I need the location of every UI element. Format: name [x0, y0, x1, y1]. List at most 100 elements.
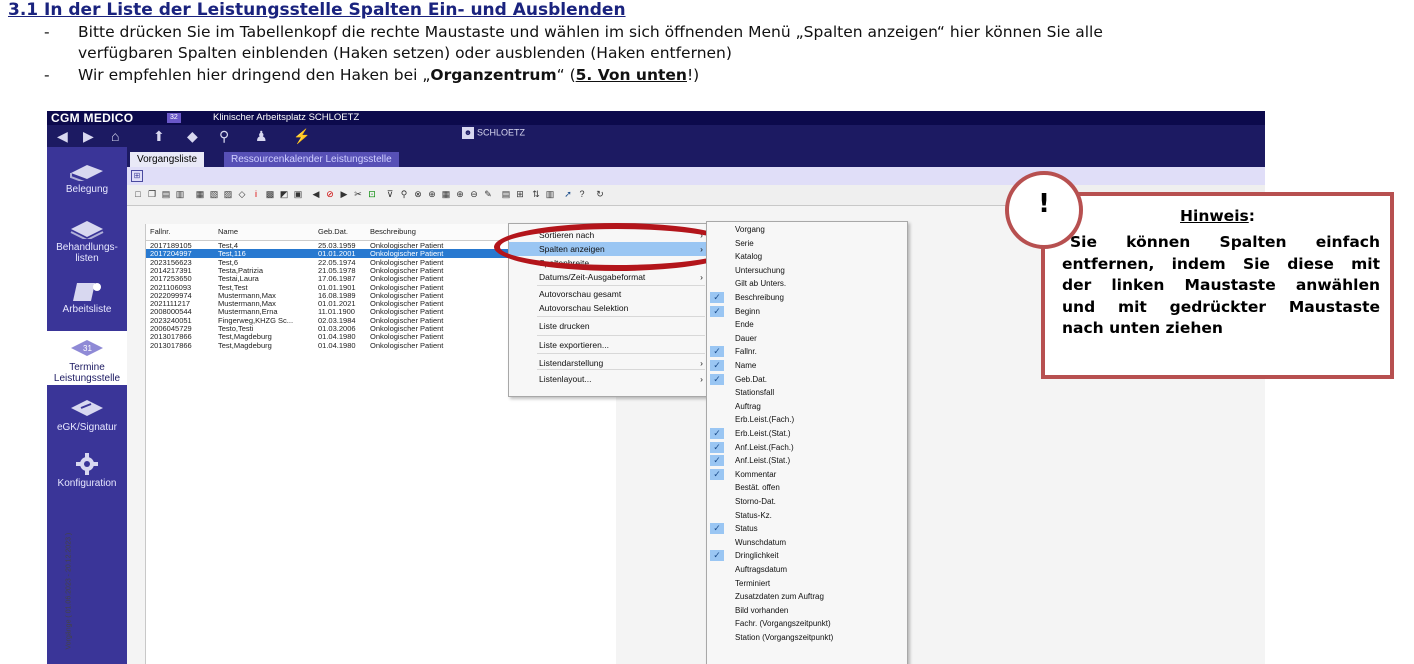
copy-icon[interactable]: ❐: [147, 189, 157, 199]
upload-icon[interactable]: ⬆: [153, 128, 165, 144]
form-icon[interactable]: ▦: [195, 189, 205, 199]
forward-icon[interactable]: ▶: [83, 128, 94, 144]
document-icon[interactable]: ▧: [209, 189, 219, 199]
column-toggle-item[interactable]: ✓ Dringlichkeit: [707, 549, 907, 563]
menu-separator: [537, 335, 705, 336]
current-user: ☻ SCHLOETZ: [462, 127, 525, 139]
column-toggle-item[interactable]: ✓ Anf.Leist.(Fach.): [707, 441, 907, 455]
column-toggle-item[interactable]: Fachr. (Vorgangszeitpunkt): [707, 617, 907, 631]
help-icon[interactable]: ?: [577, 189, 587, 199]
sidebar-item-egk-signatur[interactable]: eGK/Signatur: [47, 397, 127, 447]
column-header[interactable]: Geb.Dat.: [318, 227, 348, 236]
chart-icon[interactable]: ◩: [279, 189, 289, 199]
column-toggle-item[interactable]: ✓ Status: [707, 522, 907, 536]
refresh-icon[interactable]: ↻: [595, 189, 605, 199]
sidebar: Belegung Behandlungs-listen Arbeitsliste…: [47, 147, 127, 664]
column-toggle-item[interactable]: Gilt ab Unters.: [707, 277, 907, 291]
column-toggle-item[interactable]: Zusatzdaten zum Auftrag: [707, 590, 907, 604]
column-toggle-item[interactable]: Stationsfall: [707, 386, 907, 400]
context-menu-item[interactable]: Autovorschau Selektion: [509, 301, 709, 315]
tab-ressourcenkalender[interactable]: Ressourcenkalender Leistungsstelle: [224, 152, 399, 167]
image-icon[interactable]: ▩: [265, 189, 275, 199]
sidebar-item-termine-leistungsstelle[interactable]: 31 Termine Leistungsstelle: [47, 331, 127, 385]
column-toggle-item[interactable]: Station (Vorgangszeitpunkt): [707, 631, 907, 645]
hint-title: Hinweis:: [1045, 207, 1390, 225]
column-toggle-item[interactable]: ✓ Beginn: [707, 305, 907, 319]
back-icon[interactable]: ◀: [57, 128, 68, 144]
context-menu-item[interactable]: Datums/Zeit-Ausgabeformat ›: [509, 270, 709, 284]
column-header[interactable]: Beschreibung: [370, 227, 416, 236]
column-toggle-item[interactable]: Vorgang: [707, 223, 907, 237]
print-preview-icon[interactable]: ▥: [175, 189, 185, 199]
merge-icon[interactable]: ⊞: [515, 189, 525, 199]
tag-icon[interactable]: ◇: [237, 189, 247, 199]
home-icon[interactable]: ⌂: [111, 128, 119, 144]
column-toggle-item[interactable]: ✓ Kommentar: [707, 468, 907, 482]
column-toggle-item[interactable]: Katalog: [707, 250, 907, 264]
card-icon: [71, 400, 103, 416]
link-icon[interactable]: ⊗: [413, 189, 423, 199]
column-toggle-label: Name: [735, 361, 757, 370]
export-icon[interactable]: ⊡: [367, 189, 377, 199]
next-icon[interactable]: ▶: [339, 189, 349, 199]
sidebar-item-belegung[interactable]: Belegung: [47, 159, 127, 207]
stop-icon[interactable]: ⊘: [325, 189, 335, 199]
prev-icon[interactable]: ◀: [311, 189, 321, 199]
sidebar-item-arbeitsliste[interactable]: Arbeitsliste: [47, 279, 127, 335]
sort-icon[interactable]: ⇅: [531, 189, 541, 199]
column-header[interactable]: Name: [218, 227, 238, 236]
column-toggle-item[interactable]: ✓ Beschreibung: [707, 291, 907, 305]
column-toggle-item[interactable]: Storno-Dat.: [707, 495, 907, 509]
zoom-in-icon[interactable]: ⊕: [455, 189, 465, 199]
column-toggle-item[interactable]: Terminiert: [707, 577, 907, 591]
column-toggle-item[interactable]: ✓ Fallnr.: [707, 345, 907, 359]
context-menu-item[interactable]: Listendarstellung ›: [509, 356, 709, 370]
column-toggle-item[interactable]: ✓ Name: [707, 359, 907, 373]
sidebar-item-konfiguration[interactable]: Konfiguration: [47, 453, 127, 503]
columns-icon[interactable]: ▥: [545, 189, 555, 199]
column-toggle-item[interactable]: Wunschdatum: [707, 536, 907, 550]
tool-icon[interactable]: ✂: [353, 189, 363, 199]
eraser-icon[interactable]: ◆: [187, 128, 198, 144]
signal-icon[interactable]: ⚡: [293, 128, 310, 144]
column-toggle-label: Katalog: [735, 252, 763, 262]
context-menu-item[interactable]: Liste exportieren...: [509, 338, 709, 352]
context-menu-item[interactable]: Listenlayout... ›: [509, 372, 709, 386]
column-toggle-label: Stationsfall: [735, 388, 775, 398]
tab-vorgangsliste[interactable]: Vorgangsliste: [130, 152, 205, 167]
column-toggle-item[interactable]: Erb.Leist.(Fach.): [707, 413, 907, 427]
attach-icon[interactable]: ⊕: [427, 189, 437, 199]
grid-icon[interactable]: ▦: [441, 189, 451, 199]
column-toggle-item[interactable]: Ende: [707, 318, 907, 332]
column-toggle-item[interactable]: ✓ Anf.Leist.(Stat.): [707, 454, 907, 468]
print-icon[interactable]: ▤: [161, 189, 171, 199]
filter-icon[interactable]: ⊽: [385, 189, 395, 199]
arrow-icon[interactable]: ➚: [563, 189, 573, 199]
column-toggle-label: Station (Vorgangszeitpunkt): [735, 633, 834, 642]
zoom-out-icon[interactable]: ⊖: [469, 189, 479, 199]
calc-icon[interactable]: ▤: [501, 189, 511, 199]
column-toggle-item[interactable]: Bild vorhanden: [707, 604, 907, 618]
column-toggle-item[interactable]: ✓ Geb.Dat.: [707, 373, 907, 387]
pen-icon[interactable]: ✎: [483, 189, 493, 199]
column-header[interactable]: Fallnr.: [150, 227, 170, 236]
new-icon[interactable]: □: [133, 189, 143, 199]
info-icon[interactable]: i: [251, 189, 261, 199]
column-toggle-item[interactable]: Bestät. offen: [707, 481, 907, 495]
expand-icon[interactable]: ⊞: [131, 170, 143, 182]
search-icon[interactable]: ⚲: [219, 128, 229, 144]
context-menu-item[interactable]: Autovorschau gesamt: [509, 287, 709, 301]
column-toggle-item[interactable]: Dauer: [707, 332, 907, 346]
sidebar-item-behandlungslisten[interactable]: Behandlungs-listen: [47, 217, 127, 273]
column-toggle-item[interactable]: ✓ Erb.Leist.(Stat.): [707, 427, 907, 441]
stack-icon[interactable]: ▨: [223, 189, 233, 199]
column-toggle-item[interactable]: Status-Kz.: [707, 509, 907, 523]
person-icon[interactable]: ♟: [255, 128, 268, 144]
column-toggle-item[interactable]: Untersuchung: [707, 264, 907, 278]
window-icon[interactable]: ▣: [293, 189, 303, 199]
context-menu-item[interactable]: Liste drucken: [509, 319, 709, 333]
column-toggle-item[interactable]: Serie: [707, 237, 907, 251]
column-toggle-item[interactable]: Auftrag: [707, 400, 907, 414]
column-toggle-item[interactable]: Auftragsdatum: [707, 563, 907, 577]
search-filter-icon[interactable]: ⚲: [399, 189, 409, 199]
